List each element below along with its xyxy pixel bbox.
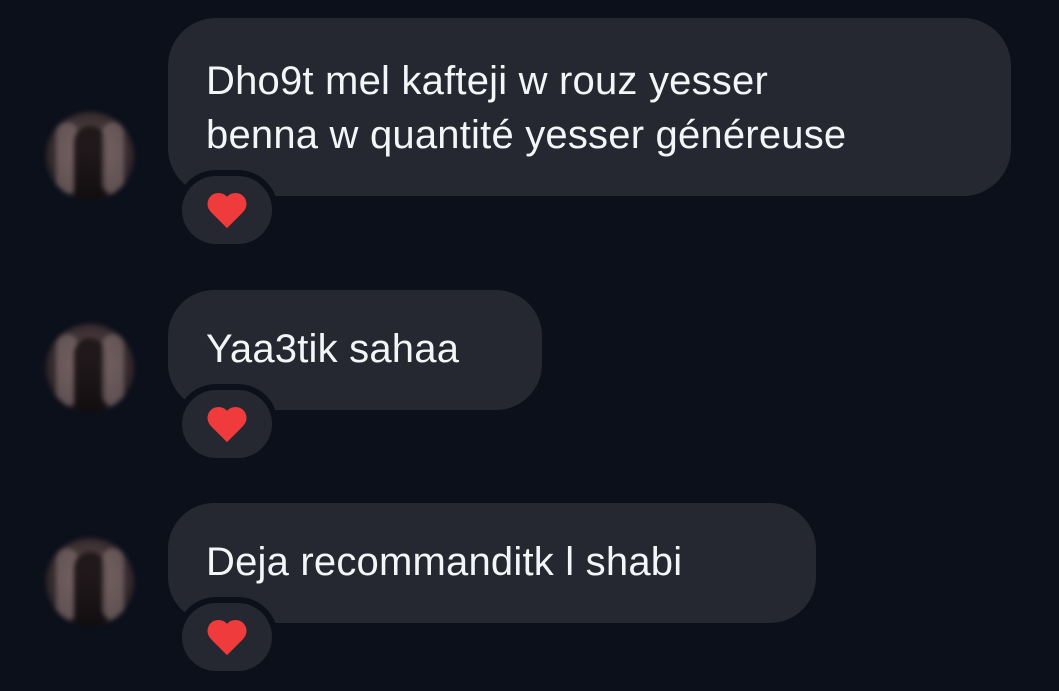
message-text-line: Deja recommanditk l shabi [206, 540, 683, 584]
reaction-badge[interactable] [182, 176, 272, 244]
sender-avatar[interactable] [46, 112, 134, 200]
message-bubble[interactable]: Dho9t mel kafteji w rouz yesser benna w … [168, 18, 1011, 196]
reaction-badge[interactable] [182, 603, 272, 671]
message-text-line: benna w quantité yesser généreuse [206, 113, 847, 157]
message-text-line: Dho9t mel kafteji w rouz yesser [206, 59, 768, 103]
reaction-badge[interactable] [182, 390, 272, 458]
red-heart-icon [207, 408, 247, 444]
red-heart-icon [207, 194, 247, 230]
sender-avatar[interactable] [46, 324, 134, 412]
message-text-line: Yaa3tik sahaa [206, 327, 460, 371]
red-heart-icon [207, 621, 247, 657]
message-bubble[interactable]: Deja recommanditk l shabi [168, 503, 816, 623]
message-thread: Dho9t mel kafteji w rouz yesser benna w … [0, 0, 1059, 691]
sender-avatar[interactable] [46, 538, 134, 626]
